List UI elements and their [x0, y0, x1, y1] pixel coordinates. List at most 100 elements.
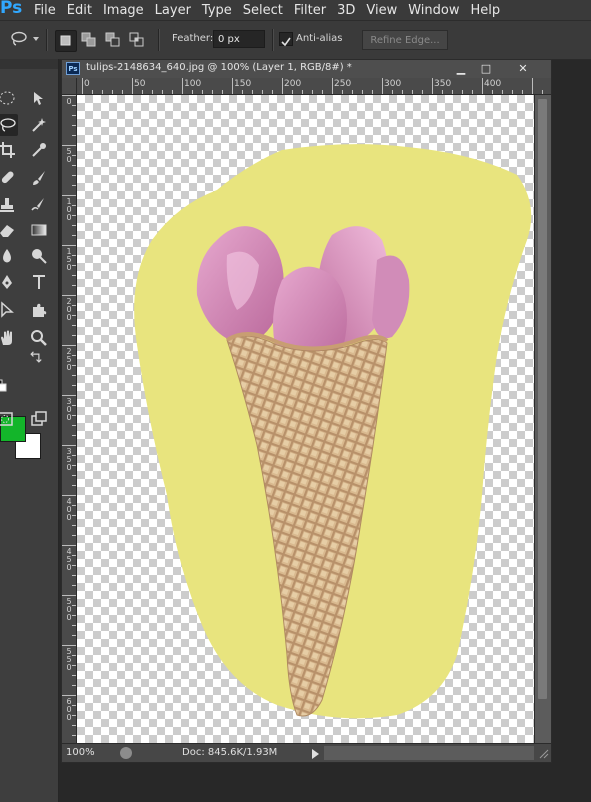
resize-grip-icon[interactable] [537, 747, 549, 759]
canvas[interactable] [77, 95, 534, 743]
horizontal-ruler[interactable]: 0 50 100 150 200 250 300 350 400 [77, 78, 551, 95]
tool-preset-chevron-down-icon[interactable] [33, 37, 39, 41]
ruler-label: 250 [334, 79, 352, 89]
ruler-label: 1 0 0 [66, 197, 72, 222]
menu-edit[interactable]: Edit [67, 3, 103, 18]
intersect-selection-button[interactable] [127, 30, 147, 50]
ruler-tick [62, 445, 76, 446]
menu-window[interactable]: Window [408, 3, 470, 18]
dodge-tool[interactable] [28, 245, 50, 267]
vertical-ruler[interactable]: 0 5 0 1 0 0 1 5 0 2 0 0 2 5 0 3 0 0 3 5 … [62, 95, 77, 743]
ruler-label: 350 [434, 79, 452, 89]
ruler-label: 200 [284, 79, 302, 89]
scrollbar-thumb[interactable] [538, 99, 547, 699]
marquee-tool[interactable] [0, 87, 18, 109]
ruler-tick [72, 385, 76, 386]
lasso-tool-icon[interactable] [10, 31, 28, 47]
swap-colors-button[interactable] [28, 351, 42, 365]
ruler-tick [82, 78, 83, 94]
gradient-icon [31, 224, 47, 236]
pen-tool[interactable] [0, 271, 18, 293]
dodge-icon [32, 249, 47, 264]
ruler-tick [72, 555, 76, 556]
ruler-tick [72, 715, 76, 716]
menu-help[interactable]: Help [471, 3, 512, 18]
feather-input[interactable]: 0 px [213, 30, 265, 48]
ruler-tick [72, 605, 76, 606]
ruler-tick [72, 625, 76, 626]
menu-items: File Edit Image Layer Type Select Filter… [34, 0, 511, 20]
anti-alias-checkbox[interactable] [279, 32, 293, 47]
ruler-label: 300 [384, 79, 402, 89]
ruler-tick [402, 90, 403, 94]
ruler-tick [72, 115, 76, 116]
eraser-tool[interactable] [0, 219, 18, 241]
document-tab[interactable]: Ps tulips-2148634_640.jpg @ 100% (Layer … [62, 60, 551, 78]
custom-shape-tool[interactable] [28, 299, 50, 321]
move-tool[interactable] [28, 87, 50, 109]
screen-mode-icon [31, 411, 47, 426]
type-tool[interactable] [28, 271, 50, 293]
ruler-tick [62, 595, 76, 596]
ruler-tick [192, 90, 193, 94]
history-brush-tool[interactable] [28, 194, 50, 216]
healing-brush-tool[interactable] [0, 167, 18, 189]
lasso-tool[interactable] [0, 114, 18, 136]
hand-tool[interactable] [0, 327, 18, 349]
eyedropper-tool[interactable] [28, 139, 50, 161]
menu-image[interactable]: Image [103, 3, 155, 18]
zoom-level[interactable]: 100% [66, 747, 95, 758]
menu-3d[interactable]: 3D [337, 3, 366, 18]
menu-layer[interactable]: Layer [155, 3, 202, 18]
ruler-tick [62, 345, 76, 346]
ruler-tick [72, 365, 76, 366]
restore-button[interactable]: □ [474, 61, 498, 76]
panel-grip[interactable] [0, 59, 58, 69]
close-button[interactable]: ✕ [500, 61, 546, 76]
crop-icon [0, 142, 15, 158]
refine-edge-button[interactable]: Refine Edge... [362, 30, 448, 50]
ruler-label: 0 [84, 79, 90, 89]
new-selection-button[interactable] [55, 30, 77, 52]
add-selection-button[interactable] [79, 30, 99, 50]
puzzle-shape-icon [33, 303, 47, 317]
ruler-tick [72, 285, 76, 286]
screen-mode-button[interactable] [28, 408, 50, 430]
crop-tool[interactable] [0, 139, 18, 161]
menu-view[interactable]: View [366, 3, 408, 18]
bandage-icon [1, 171, 14, 184]
menu-file[interactable]: File [34, 3, 67, 18]
ruler-tick [72, 725, 76, 726]
ruler-tick [72, 505, 76, 506]
ruler-tick [422, 90, 423, 94]
ruler-tick [392, 90, 393, 94]
blur-tool[interactable] [0, 245, 18, 267]
default-colors-button[interactable] [0, 379, 8, 393]
menu-filter[interactable]: Filter [294, 3, 337, 18]
ruler-origin[interactable] [62, 78, 77, 95]
vertical-scrollbar[interactable] [534, 95, 551, 743]
proof-icon[interactable] [120, 747, 132, 759]
subtract-from-selection-icon [105, 32, 120, 47]
feather-label: Feather: [172, 33, 214, 44]
menu-select[interactable]: Select [243, 3, 294, 18]
status-menu-arrow-icon[interactable] [312, 749, 319, 759]
menu-bar: Ps File Edit Image Layer Type Select Fil… [0, 0, 591, 20]
eyedropper-icon [32, 143, 46, 157]
clone-stamp-tool[interactable] [0, 194, 18, 216]
ruler-tick [62, 195, 76, 196]
subtract-selection-button[interactable] [103, 30, 123, 50]
zoom-tool[interactable] [28, 327, 50, 349]
minimize-button[interactable]: ▁ [448, 61, 474, 76]
ruler-tick [382, 78, 383, 94]
magic-wand-tool[interactable] [28, 114, 50, 136]
menu-type[interactable]: Type [202, 3, 243, 18]
ruler-tick [72, 455, 76, 456]
quick-mask-button[interactable] [0, 408, 16, 430]
ruler-tick [72, 425, 76, 426]
horizontal-scrollbar[interactable] [324, 746, 534, 760]
brush-tool[interactable] [28, 167, 50, 189]
gradient-tool[interactable] [28, 219, 50, 241]
path-selection-tool[interactable] [0, 299, 18, 321]
magic-wand-icon [32, 118, 46, 132]
